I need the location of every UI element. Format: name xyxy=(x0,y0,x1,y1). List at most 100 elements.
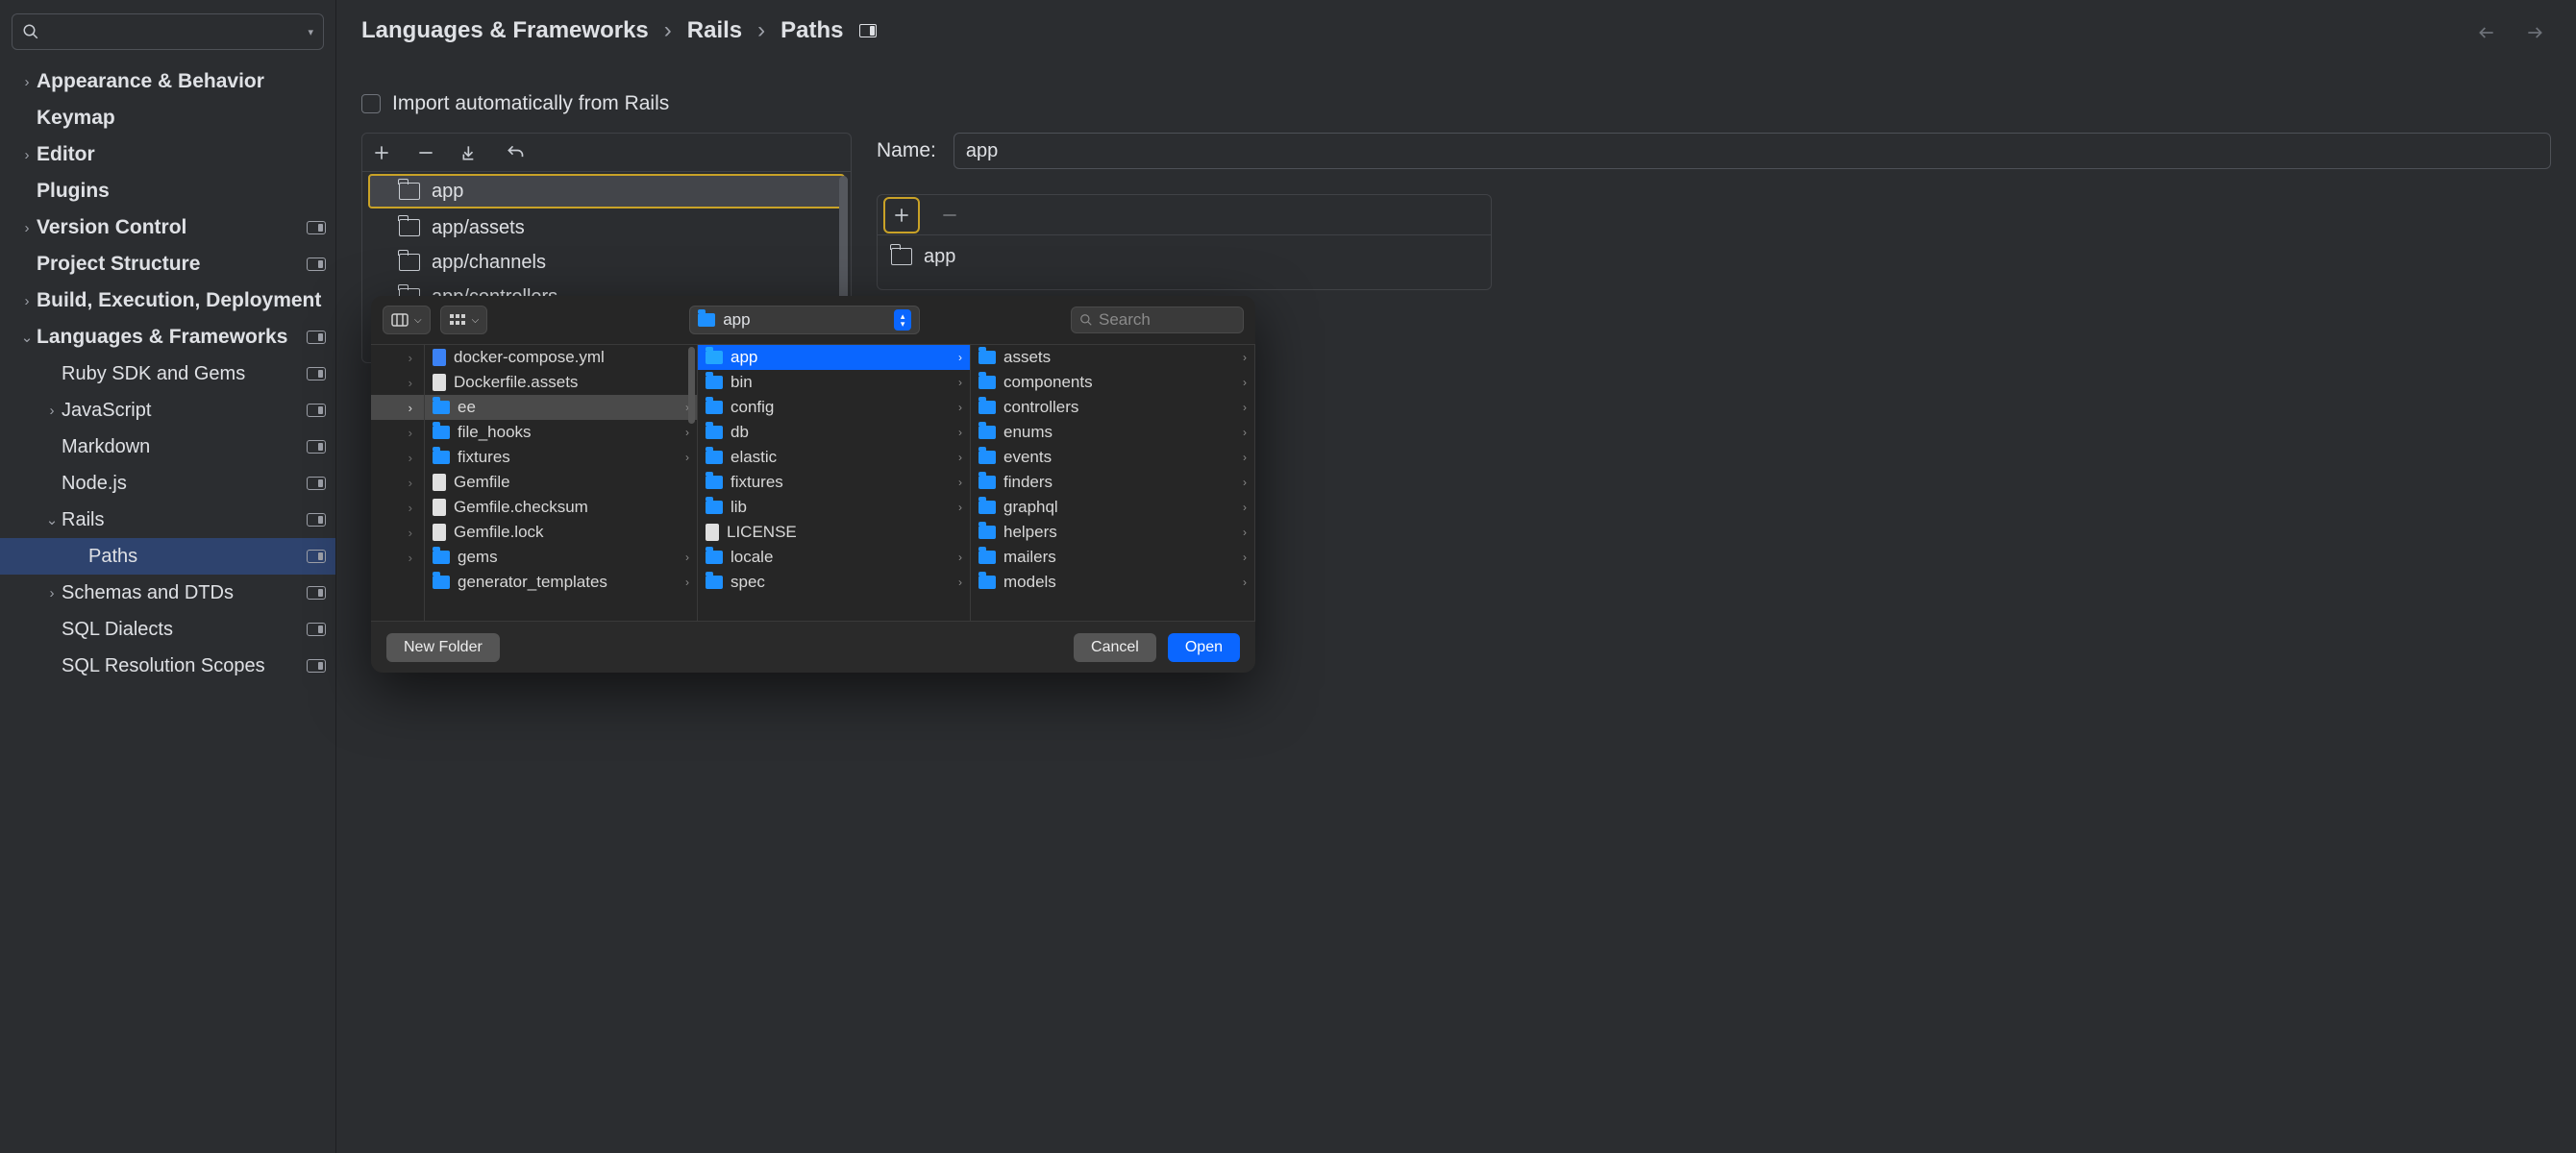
file-row[interactable]: fixtures› xyxy=(698,470,970,495)
project-badge-icon xyxy=(307,331,326,344)
file-nav-row[interactable]: › xyxy=(371,470,424,495)
chevron-right-icon: › xyxy=(1243,476,1247,489)
file-nav-row[interactable]: › xyxy=(371,520,424,545)
file-row[interactable]: locale› xyxy=(698,545,970,570)
back-icon[interactable] xyxy=(2474,23,2499,42)
path-row[interactable]: app/assets xyxy=(362,210,851,245)
file-nav-row[interactable]: › xyxy=(371,395,424,420)
file-row[interactable]: graphql› xyxy=(971,495,1254,520)
sidebar-item[interactable]: Project Structure xyxy=(0,246,335,282)
settings-search[interactable]: ▾ xyxy=(12,13,324,50)
cancel-button[interactable]: Cancel xyxy=(1074,633,1156,662)
sidebar-item[interactable]: ›Schemas and DTDs xyxy=(0,575,335,611)
file-row[interactable]: finders› xyxy=(971,470,1254,495)
file-row[interactable]: fixtures› xyxy=(425,445,697,470)
new-folder-button[interactable]: New Folder xyxy=(386,633,500,662)
sidebar-item[interactable]: Plugins xyxy=(0,173,335,209)
sidebar-item[interactable]: SQL Resolution Scopes xyxy=(0,648,335,684)
file-row[interactable]: models› xyxy=(971,570,1254,595)
import-icon[interactable] xyxy=(460,143,480,162)
file-row[interactable]: config› xyxy=(698,395,970,420)
settings-nav: ›Appearance & BehaviorKeymap›EditorPlugi… xyxy=(0,60,335,684)
view-columns-button[interactable]: ⌵ xyxy=(383,306,431,334)
file-row[interactable]: elastic› xyxy=(698,445,970,470)
grid-icon xyxy=(449,313,466,327)
breadcrumb-item[interactable]: Rails xyxy=(687,17,742,44)
file-row[interactable]: lib› xyxy=(698,495,970,520)
open-button[interactable]: Open xyxy=(1168,633,1240,662)
paths-toolbar xyxy=(361,133,852,171)
add-subpath-button[interactable] xyxy=(885,199,918,232)
file-row[interactable]: Gemfile.checksum xyxy=(425,495,697,520)
sidebar-item[interactable]: Node.js xyxy=(0,465,335,502)
file-row[interactable]: events› xyxy=(971,445,1254,470)
file-nav-row[interactable]: › xyxy=(371,445,424,470)
sidebar-item[interactable]: Ruby SDK and Gems xyxy=(0,356,335,392)
file-nav-row[interactable]: › xyxy=(371,370,424,395)
path-selector[interactable]: app ▴▾ xyxy=(689,306,920,334)
file-column-nav[interactable]: ››››››››› xyxy=(371,345,425,621)
path-row[interactable]: app/channels xyxy=(362,245,851,280)
file-row[interactable]: enums› xyxy=(971,420,1254,445)
file-row[interactable]: components› xyxy=(971,370,1254,395)
file-column-1[interactable]: docker-compose.ymlDockerfile.assetsee›fi… xyxy=(425,345,698,621)
file-dialog-search[interactable]: Search xyxy=(1071,307,1244,333)
file-row[interactable]: db› xyxy=(698,420,970,445)
folder-icon xyxy=(978,576,996,589)
file-column-3[interactable]: assets›components›controllers›enums›even… xyxy=(971,345,1255,621)
sidebar-item[interactable]: Paths xyxy=(0,538,335,575)
folder-icon xyxy=(399,219,420,236)
breadcrumb-item[interactable]: Languages & Frameworks xyxy=(361,17,649,44)
remove-subpath-button[interactable] xyxy=(933,199,966,232)
chevron-down-icon: ⌵ xyxy=(414,315,422,326)
sidebar-item[interactable]: ⌄Languages & Frameworks xyxy=(0,319,335,356)
forward-icon[interactable] xyxy=(2522,23,2547,42)
sidebar-item[interactable]: Markdown xyxy=(0,429,335,465)
import-auto-checkbox[interactable] xyxy=(361,94,381,113)
sidebar-item[interactable]: ›JavaScript xyxy=(0,392,335,429)
file-nav-row[interactable]: › xyxy=(371,495,424,520)
file-row[interactable]: app› xyxy=(698,345,970,370)
file-label: Dockerfile.assets xyxy=(454,373,578,392)
file-row[interactable]: spec› xyxy=(698,570,970,595)
scrollbar-thumb[interactable] xyxy=(688,347,695,424)
chevron-right-icon: › xyxy=(1243,551,1247,564)
remove-icon[interactable] xyxy=(416,143,435,162)
sidebar-item[interactable]: ›Appearance & Behavior xyxy=(0,63,335,100)
file-row[interactable]: Dockerfile.assets xyxy=(425,370,697,395)
file-nav-row[interactable]: › xyxy=(371,545,424,570)
path-row[interactable]: app xyxy=(368,174,845,209)
file-row[interactable]: file_hooks› xyxy=(425,420,697,445)
file-row[interactable]: bin› xyxy=(698,370,970,395)
file-row[interactable]: ee› xyxy=(425,395,697,420)
undo-icon[interactable] xyxy=(505,143,526,162)
file-nav-row[interactable]: › xyxy=(371,420,424,445)
file-row[interactable]: docker-compose.yml xyxy=(425,345,697,370)
file-row[interactable]: LICENSE xyxy=(698,520,970,545)
file-nav-row[interactable]: › xyxy=(371,345,424,370)
path-label: app/channels xyxy=(432,252,546,274)
file-row[interactable]: controllers› xyxy=(971,395,1254,420)
sidebar-item[interactable]: ⌄Rails xyxy=(0,502,335,538)
sidebar-item[interactable]: ›Version Control xyxy=(0,209,335,246)
sidebar-item[interactable]: ›Editor xyxy=(0,136,335,173)
sidebar-item[interactable]: Keymap xyxy=(0,100,335,136)
chevron-right-icon: › xyxy=(409,376,412,390)
file-row[interactable]: assets› xyxy=(971,345,1254,370)
add-icon[interactable] xyxy=(372,143,391,162)
file-row[interactable]: Gemfile xyxy=(425,470,697,495)
file-row[interactable]: generator_templates› xyxy=(425,570,697,595)
subpath-row[interactable]: app xyxy=(878,239,1491,274)
name-input[interactable] xyxy=(954,133,2551,169)
settings-search-input[interactable] xyxy=(45,22,308,42)
group-button[interactable]: ⌵ xyxy=(440,306,488,334)
file-row[interactable]: mailers› xyxy=(971,545,1254,570)
file-row[interactable]: Gemfile.lock xyxy=(425,520,697,545)
sidebar-item[interactable]: SQL Dialects xyxy=(0,611,335,648)
sub-paths-list[interactable]: app xyxy=(878,235,1491,289)
sidebar-item[interactable]: ›Build, Execution, Deployment xyxy=(0,282,335,319)
chevron-right-icon: › xyxy=(409,501,412,515)
file-row[interactable]: gems› xyxy=(425,545,697,570)
file-row[interactable]: helpers› xyxy=(971,520,1254,545)
file-column-2[interactable]: app›bin›config›db›elastic›fixtures›lib›L… xyxy=(698,345,971,621)
